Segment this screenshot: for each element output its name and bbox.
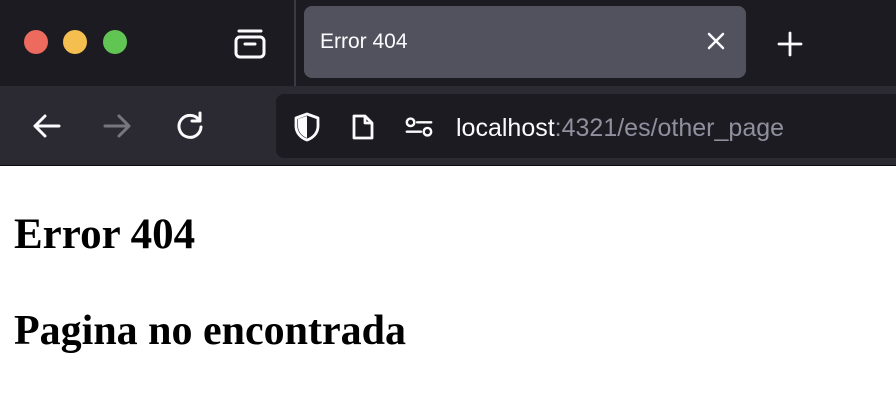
tab-list-icon (234, 29, 266, 59)
tab-title: Error 404 (320, 30, 408, 53)
close-window-button[interactable] (24, 30, 48, 54)
page-content: Error 404 Pagina no encontrada (0, 166, 896, 400)
minimize-window-button[interactable] (63, 30, 87, 54)
url-path: :4321/es/other_page (554, 114, 785, 142)
forward-button[interactable] (98, 106, 138, 146)
reload-icon (177, 111, 203, 139)
new-tab-button[interactable] (770, 24, 810, 64)
navigation-toolbar: localhost:4321/es/other_page (0, 86, 896, 166)
tab-active[interactable]: Error 404 (304, 6, 746, 78)
close-icon (707, 32, 725, 50)
tab-bar: Error 404 (0, 0, 896, 86)
shield-icon (294, 112, 320, 142)
arrow-left-icon (33, 114, 61, 138)
arrow-right-icon (103, 114, 131, 138)
page-icon (352, 114, 374, 140)
plus-icon (777, 31, 803, 57)
permissions-icon (405, 117, 433, 137)
tab-separator (294, 0, 296, 86)
url-host: localhost (456, 114, 555, 142)
tracking-protection-button[interactable] (292, 112, 322, 142)
page-title: Error 404 (14, 211, 196, 258)
permissions-button[interactable] (404, 112, 434, 142)
maximize-window-button[interactable] (103, 30, 127, 54)
tab-list-button[interactable] (228, 24, 272, 64)
back-button[interactable] (26, 106, 66, 146)
site-information-button[interactable] (348, 112, 378, 142)
reload-button[interactable] (170, 106, 210, 146)
page-subtitle: Pagina no encontrada (14, 308, 407, 354)
url-text[interactable]: localhost:4321/es/other_page (456, 114, 784, 143)
url-bar[interactable]: localhost:4321/es/other_page (276, 94, 896, 158)
tab-close-button[interactable] (704, 29, 728, 53)
